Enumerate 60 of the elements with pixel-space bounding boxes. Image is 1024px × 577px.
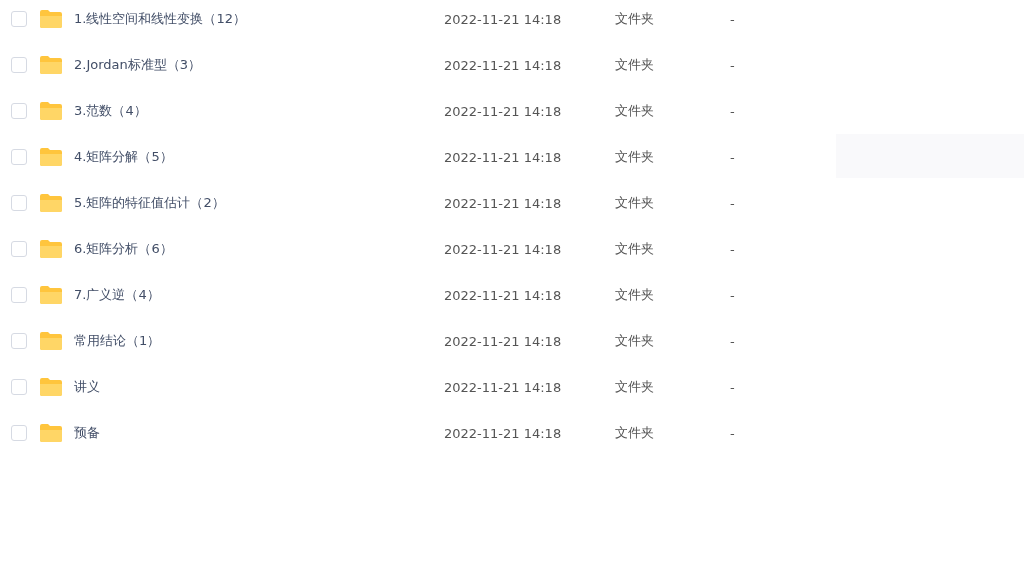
file-size: - [730, 11, 735, 27]
file-size: - [730, 57, 735, 73]
checkbox[interactable] [11, 379, 27, 395]
modified-date: 2022-11-21 14:18 [444, 57, 563, 73]
file-size: - [730, 287, 735, 303]
checkbox[interactable] [11, 57, 27, 73]
modified-date: 2022-11-21 14:18 [444, 241, 563, 257]
file-type: 文件夹 [615, 10, 655, 28]
modified-date: 2022-11-21 14:18 [444, 103, 563, 119]
file-size: - [730, 379, 735, 395]
folder-name[interactable]: 讲义 [74, 378, 444, 396]
checkbox[interactable] [11, 11, 27, 27]
file-type: 文件夹 [615, 286, 655, 304]
folder-name[interactable]: 3.范数（4） [74, 102, 444, 120]
checkbox[interactable] [11, 287, 27, 303]
checkbox[interactable] [11, 149, 27, 165]
folder-icon [39, 331, 63, 351]
file-size: - [730, 333, 735, 349]
modified-date: 2022-11-21 14:18 [444, 425, 563, 441]
file-size: - [730, 103, 735, 119]
checkbox[interactable] [11, 241, 27, 257]
modified-date: 2022-11-21 14:18 [444, 333, 563, 349]
modified-date: 2022-11-21 14:18 [444, 287, 563, 303]
folder-icon [39, 55, 63, 75]
file-size: - [730, 241, 735, 257]
checkbox[interactable] [11, 103, 27, 119]
folder-name[interactable]: 常用结论（1） [74, 332, 444, 350]
file-type: 文件夹 [615, 378, 655, 396]
folder-name[interactable]: 5.矩阵的特征值估计（2） [74, 194, 444, 212]
file-type: 文件夹 [615, 102, 655, 120]
checkbox[interactable] [11, 333, 27, 349]
file-type: 文件夹 [615, 56, 655, 74]
file-type: 文件夹 [615, 240, 655, 258]
checkbox[interactable] [11, 425, 27, 441]
file-size: - [730, 149, 735, 165]
folder-name[interactable]: 2.Jordan标准型（3） [74, 56, 444, 74]
folder-name[interactable]: 1.线性空间和线性变换（12） [74, 10, 444, 28]
folder-name[interactable]: 6.矩阵分析（6） [74, 240, 444, 258]
folder-icon [39, 193, 63, 213]
checkbox[interactable] [11, 195, 27, 211]
folder-name[interactable]: 预备 [74, 424, 444, 442]
file-type: 文件夹 [615, 194, 655, 212]
folder-icon [39, 9, 63, 29]
modified-date: 2022-11-21 14:18 [444, 195, 563, 211]
file-size: - [730, 425, 735, 441]
file-type: 文件夹 [615, 148, 655, 166]
folder-icon [39, 377, 63, 397]
folder-name[interactable]: 7.广义逆（4） [74, 286, 444, 304]
modified-date: 2022-11-21 14:18 [444, 11, 563, 27]
folder-name[interactable]: 4.矩阵分解（5） [74, 148, 444, 166]
folder-icon [39, 423, 63, 443]
file-type: 文件夹 [615, 332, 655, 350]
modified-date: 2022-11-21 14:18 [444, 379, 563, 395]
folder-icon [39, 285, 63, 305]
folder-icon [39, 239, 63, 259]
folder-icon [39, 147, 63, 167]
folder-icon [39, 101, 63, 121]
file-type: 文件夹 [615, 424, 655, 442]
modified-date: 2022-11-21 14:18 [444, 149, 563, 165]
file-size: - [730, 195, 735, 211]
